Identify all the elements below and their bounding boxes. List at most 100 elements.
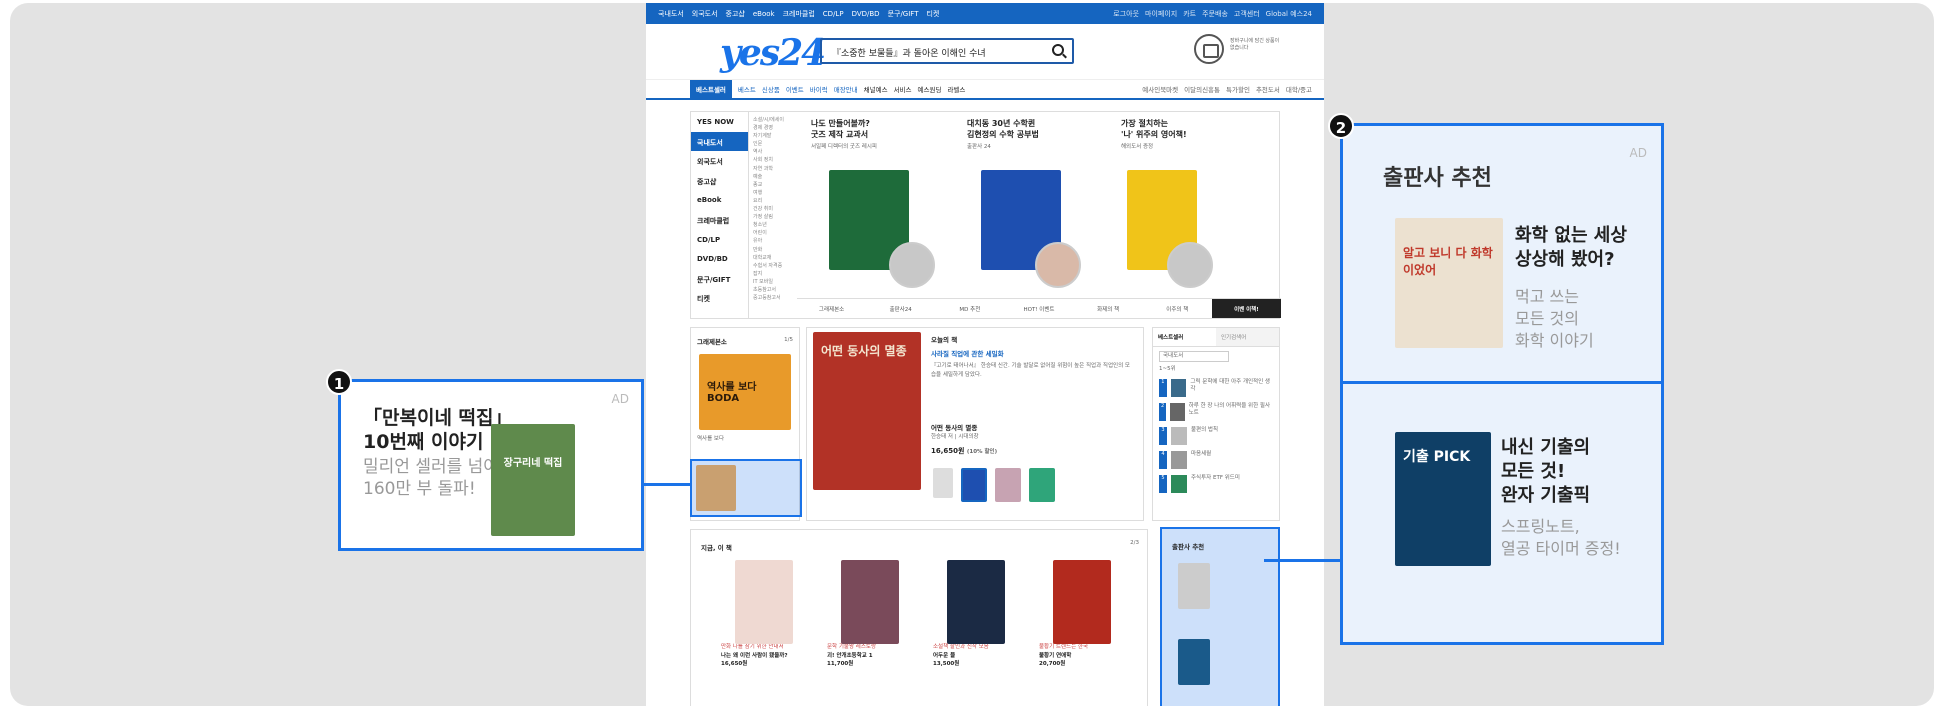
related-book[interactable] bbox=[933, 468, 953, 498]
subcategory[interactable]: 사회 정치 bbox=[753, 156, 797, 164]
nav-item[interactable]: 이벤트 bbox=[786, 84, 804, 94]
shopping-bag-icon[interactable] bbox=[1194, 34, 1224, 64]
tab-item[interactable]: 그래제본소 bbox=[797, 305, 866, 313]
nav-item[interactable]: 채널예스 bbox=[864, 84, 888, 94]
nav-right-item[interactable]: 추천도서 bbox=[1256, 84, 1280, 94]
list-item[interactable]: 5 주식투자 ETF 위드미 bbox=[1159, 475, 1273, 493]
topbar-link[interactable]: 티켓 bbox=[926, 9, 939, 19]
tab-item[interactable]: 화제의 책 bbox=[1074, 305, 1143, 313]
subcategory[interactable]: 가정 살림 bbox=[753, 213, 797, 221]
list-item[interactable]: 3 불편의 법칙 bbox=[1159, 427, 1273, 445]
tab-item[interactable]: 이주의 책 bbox=[1143, 305, 1212, 313]
search-icon[interactable] bbox=[1052, 44, 1064, 56]
orders-link[interactable]: 주문배송 bbox=[1202, 9, 1228, 19]
tab-bestseller[interactable]: 베스트셀러 bbox=[1153, 328, 1216, 346]
nav-right-item[interactable]: 특가할인 bbox=[1226, 84, 1250, 94]
featured-book-3[interactable]: 가장 절치하는 '나' 위주의 영어책! 해외도서 증정 bbox=[1121, 118, 1271, 292]
subcategory[interactable]: 어린이 bbox=[753, 229, 797, 237]
subcategory[interactable]: 자기계발 bbox=[753, 132, 797, 140]
category-domestic[interactable]: 국내도서 bbox=[691, 131, 748, 152]
pager[interactable]: 1/5 bbox=[784, 337, 793, 344]
topbar-link[interactable]: DVD/BD bbox=[852, 10, 880, 18]
logout-link[interactable]: 로그아웃 bbox=[1113, 9, 1139, 19]
subcategory[interactable]: 여행 bbox=[753, 189, 797, 197]
book-cover[interactable]: 역사를 보다 BODA bbox=[699, 354, 791, 430]
yes24-logo[interactable]: yes24 bbox=[720, 32, 826, 74]
book-card[interactable]: 불황기 트렌드는 한국 불황기 연애학 20,700원 bbox=[1039, 560, 1135, 667]
category-foreign[interactable]: 외국도서 bbox=[691, 151, 748, 171]
ad-callout-2[interactable]: AD 출판사 추천 알고 보니 다 화학이었어 화학 없는 세상 상상해 봤어?… bbox=[1340, 123, 1664, 645]
subcategory[interactable]: 예술 bbox=[753, 173, 797, 181]
subcategory[interactable]: 잡지 bbox=[753, 270, 797, 278]
category-gift[interactable]: 문구/GIFT bbox=[691, 269, 748, 289]
category-yes-now[interactable]: YES NOW bbox=[691, 112, 748, 132]
subcategory[interactable]: 청소년 bbox=[753, 221, 797, 229]
topbar-link[interactable]: 외국도서 bbox=[692, 9, 718, 19]
list-item[interactable]: 4 마음세월 bbox=[1159, 451, 1273, 469]
tab-item-active[interactable]: 이벤 이책! bbox=[1211, 299, 1281, 318]
nav-bestseller[interactable]: 베스트셀러 bbox=[690, 80, 732, 98]
callout2-top-section[interactable]: AD 출판사 추천 알고 보니 다 화학이었어 화학 없는 세상 상상해 봤어?… bbox=[1343, 126, 1661, 384]
today-cover[interactable]: 어떤 동사의 멸종 bbox=[813, 332, 921, 490]
nav-item[interactable]: 베스트 bbox=[738, 84, 756, 94]
callout2-bottom-section[interactable]: 기출 PICK 내신 기출의 모든 것! 완자 기출픽 스프링노트, 열공 타이… bbox=[1343, 384, 1661, 642]
nav-item[interactable]: 매장안내 bbox=[834, 84, 858, 94]
topbar-link[interactable]: eBook bbox=[753, 10, 775, 18]
subcategory[interactable]: 유아 bbox=[753, 237, 797, 245]
tab-item[interactable]: HOT! 이벤트 bbox=[1004, 305, 1073, 313]
related-book[interactable] bbox=[995, 468, 1021, 502]
search-input[interactable]: 『소중한 보물들』과 돌아온 이해인 수녀 bbox=[820, 38, 1074, 64]
category-crema[interactable]: 크레마클럽 bbox=[691, 210, 748, 230]
tab-item[interactable]: MD 추천 bbox=[935, 305, 1004, 313]
category-ticket[interactable]: 티켓 bbox=[691, 288, 748, 308]
subcategory[interactable]: 인문 bbox=[753, 140, 797, 148]
topbar-link[interactable]: 국내도서 bbox=[658, 9, 684, 19]
nav-right-item[interactable]: 이달의신흥통 bbox=[1184, 84, 1220, 94]
ad-highlight-2[interactable]: 출판사 추천 bbox=[1160, 527, 1280, 706]
subcategory[interactable]: 만화 bbox=[753, 246, 797, 254]
list-item[interactable]: 1 그릭 문학에 대한 아주 개인적인 생각 bbox=[1159, 379, 1273, 397]
category-cdlp[interactable]: CD/LP bbox=[691, 230, 748, 250]
bestseller-filter-select[interactable]: 국내도서 bbox=[1159, 351, 1229, 362]
subcategory[interactable]: 초등참고서 bbox=[753, 286, 797, 294]
list-item[interactable]: 2 하루 한 장 나의 어휘력을 위한 필사 노트 bbox=[1159, 403, 1273, 421]
tab-item[interactable]: 출판사24 bbox=[866, 305, 935, 313]
subcategory[interactable]: 역사 bbox=[753, 148, 797, 156]
today-book-title[interactable]: 어떤 동사의 멸종 bbox=[931, 422, 977, 432]
mypage-link[interactable]: 마이페이지 bbox=[1145, 9, 1177, 19]
category-dvd[interactable]: DVD/BD bbox=[691, 249, 748, 269]
today-headline[interactable]: 사라질 직업에 관한 세밀화 bbox=[931, 348, 1004, 358]
topbar-link[interactable]: 문구/GIFT bbox=[888, 9, 919, 19]
topbar-link[interactable]: 크레마클럽 bbox=[783, 9, 815, 19]
topbar-link[interactable]: 중고샵 bbox=[726, 9, 745, 19]
subcategory[interactable]: 요리 bbox=[753, 197, 797, 205]
support-link[interactable]: 고객센터 bbox=[1234, 9, 1260, 19]
subcategory[interactable]: 건강 취미 bbox=[753, 205, 797, 213]
tab-popular-search[interactable]: 인기검색어 bbox=[1216, 328, 1279, 346]
pager[interactable]: 2/3 bbox=[1130, 540, 1139, 547]
topbar-link[interactable]: CD/LP bbox=[823, 10, 844, 18]
subcategory[interactable]: 중고등참고서 bbox=[753, 294, 797, 302]
subcategory[interactable]: IT 모바일 bbox=[753, 278, 797, 286]
nav-right-item[interactable]: 예사인북마켓 bbox=[1142, 84, 1178, 94]
category-used[interactable]: 중고샵 bbox=[691, 171, 748, 191]
ad-callout-1[interactable]: AD 「만복이네 떡집」 10번째 이야기 밀리언 셀러를 넘어 160만 부 … bbox=[338, 379, 644, 551]
nav-item[interactable]: 신상품 bbox=[762, 84, 780, 94]
nav-item[interactable]: 예스원딩 bbox=[918, 84, 942, 94]
related-book-selected[interactable] bbox=[961, 468, 987, 502]
related-book[interactable] bbox=[1029, 468, 1055, 502]
nav-item[interactable]: 라벨스 bbox=[947, 84, 965, 94]
nav-right-item[interactable]: 대학/중고 bbox=[1286, 84, 1312, 94]
book-card[interactable]: 만화 나를 참기 위한 안내서 나는 왜 이런 사람이 됐을까? 16,650원 bbox=[721, 560, 817, 667]
nav-item[interactable]: 서비스 bbox=[894, 84, 912, 94]
category-ebook[interactable]: eBook bbox=[691, 190, 748, 210]
nav-item[interactable]: 바이럭 bbox=[810, 84, 828, 94]
global-link[interactable]: Global 예스24 bbox=[1266, 9, 1312, 19]
book-card[interactable]: 문학 기불왕 레스토랑 괴! 안개초등학교 1 11,700원 bbox=[827, 560, 923, 667]
book-card[interactable]: 소설책 할인과 신작 모음 어두운 물 13,500원 bbox=[933, 560, 1029, 667]
subcategory[interactable]: 소설/시/에세이 bbox=[753, 116, 797, 124]
subcategory[interactable]: 대학교재 bbox=[753, 254, 797, 262]
subcategory[interactable]: 경제 경영 bbox=[753, 124, 797, 132]
subcategory[interactable]: 자연 과학 bbox=[753, 165, 797, 173]
subcategory[interactable]: 수험서 자격증 bbox=[753, 262, 797, 270]
